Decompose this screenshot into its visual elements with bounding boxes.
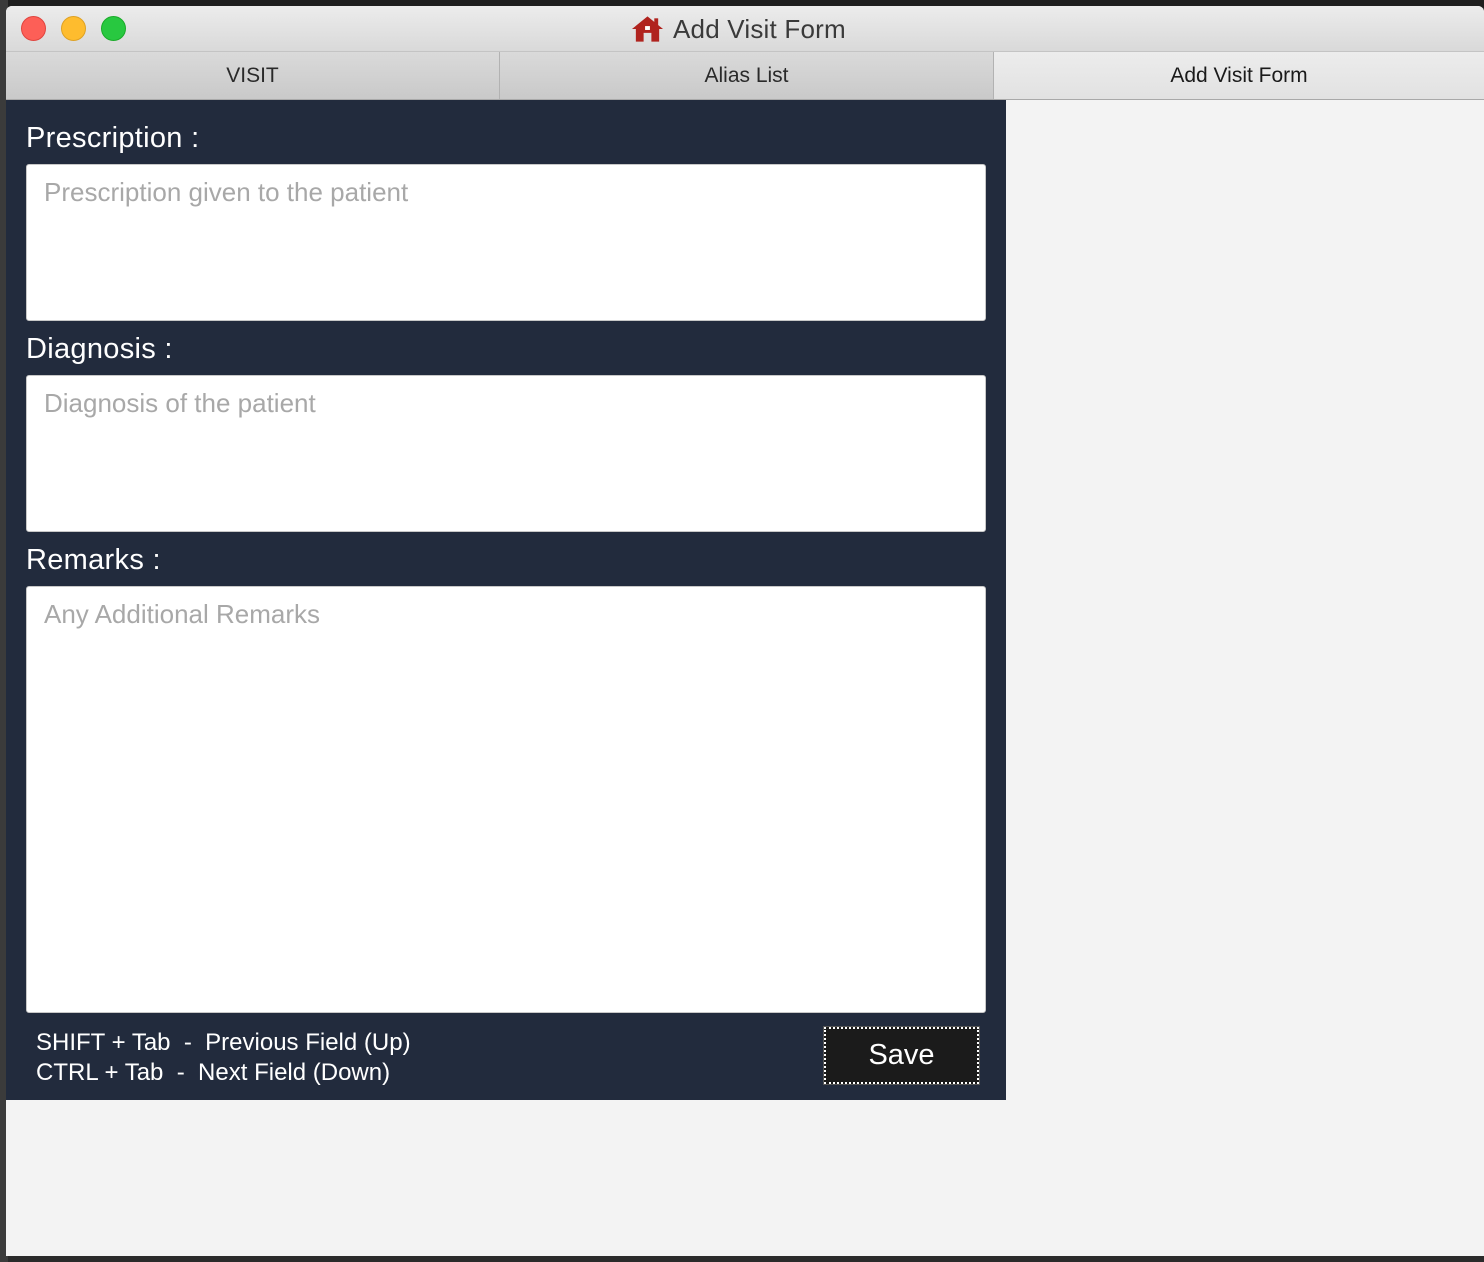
app-window: Add Visit Form VISIT Alias List Add Visi… <box>6 6 1484 1256</box>
home-icon <box>631 16 664 42</box>
diagnosis-field[interactable] <box>26 375 986 532</box>
title-bar: Add Visit Form <box>6 6 1484 52</box>
window-title-group: Add Visit Form <box>631 12 846 46</box>
keyboard-shortcuts-hint: SHIFT + Tab - Previous Field (Up) CTRL + … <box>36 1028 411 1088</box>
tab-bar: VISIT Alias List Add Visit Form <box>6 52 1484 100</box>
visit-form-panel: Prescription : Diagnosis : Remarks : SHI… <box>6 100 1006 1100</box>
prescription-field[interactable] <box>26 164 986 321</box>
tab-content: Prescription : Diagnosis : Remarks : SHI… <box>6 100 1484 1256</box>
remarks-field[interactable] <box>26 586 986 1013</box>
remarks-label: Remarks : <box>26 544 161 576</box>
diagnosis-label: Diagnosis : <box>26 333 173 365</box>
tab-alias-list[interactable]: Alias List <box>500 52 994 99</box>
zoom-window-button[interactable] <box>101 16 126 41</box>
shortcut-previous-field: SHIFT + Tab - Previous Field (Up) <box>36 1029 411 1056</box>
minimize-window-button[interactable] <box>61 16 86 41</box>
shortcut-next-field: CTRL + Tab - Next Field (Down) <box>36 1059 391 1086</box>
tab-visit[interactable]: VISIT <box>6 52 500 99</box>
tab-add-visit-form[interactable]: Add Visit Form <box>994 52 1484 99</box>
window-title: Add Visit Form <box>673 13 846 44</box>
prescription-label: Prescription : <box>26 122 200 154</box>
save-button[interactable]: Save <box>823 1026 980 1085</box>
close-window-button[interactable] <box>21 16 46 41</box>
